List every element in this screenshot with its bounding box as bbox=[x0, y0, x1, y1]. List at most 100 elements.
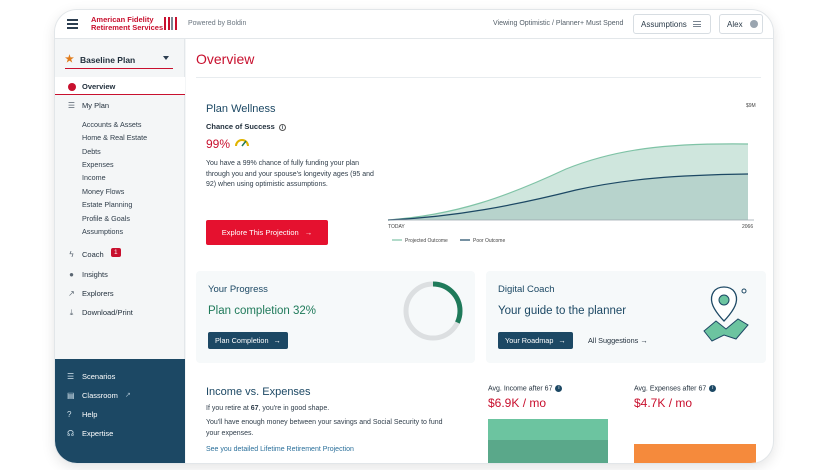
chance-label-text: Chance of Success bbox=[206, 122, 275, 131]
plan-wellness-heading: Plan Wellness bbox=[206, 103, 276, 115]
chart-icon: ↗ bbox=[68, 289, 75, 298]
layers-icon: ☰ bbox=[67, 372, 75, 381]
retire-text-pre: If you retire at bbox=[206, 405, 251, 412]
sidebar-subitem-estate[interactable]: Estate Planning bbox=[82, 200, 132, 209]
page-title: Overview bbox=[196, 51, 255, 67]
retire-age-text: If you retire at 67, you're in good shap… bbox=[206, 405, 329, 412]
sidebar-item-label: Overview bbox=[82, 82, 116, 91]
plan-selector[interactable]: ★ Baseline Plan bbox=[65, 51, 173, 69]
explore-button-label: Explore This Projection bbox=[221, 228, 299, 237]
suggestions-label: All Suggestions bbox=[588, 336, 639, 345]
info-icon[interactable]: i bbox=[278, 123, 286, 131]
lifetime-projection-link[interactable]: See you detailed Lifetime Retirement Pro… bbox=[206, 446, 354, 453]
legend-projected: Projected Outcome bbox=[405, 238, 448, 244]
sidebar-bottom-panel: ☰ Scenarios ▤ Classroom ↗ ? Help ☊ Exper… bbox=[55, 359, 185, 463]
sidebar: ★ Baseline Plan Overview ☰ My Plan Accou… bbox=[55, 39, 185, 463]
app-window: American Fidelity Retirement Services Po… bbox=[55, 10, 773, 463]
explore-projection-button[interactable]: Explore This Projection → bbox=[206, 220, 328, 245]
overview-icon bbox=[67, 82, 76, 91]
avatar-icon bbox=[749, 20, 758, 28]
projection-chart[interactable]: $9M TODAY 2066 Projected Outcome Poor Ou… bbox=[386, 97, 766, 247]
chance-value: 99% bbox=[206, 137, 231, 151]
arrow-right-icon: → bbox=[273, 336, 281, 345]
external-link-icon: ↗ bbox=[125, 392, 131, 399]
chance-of-success-label: Chance of Success i bbox=[206, 122, 286, 131]
lightbulb-icon: ● bbox=[69, 270, 74, 279]
income-bar-lower bbox=[488, 440, 608, 463]
star-icon: ★ bbox=[65, 54, 74, 65]
list-icon: ☰ bbox=[67, 101, 76, 110]
divider bbox=[196, 77, 761, 78]
chart-y-label: $9M bbox=[746, 103, 756, 109]
sidebar-subitem-home[interactable]: Home & Real Estate bbox=[82, 133, 147, 142]
avg-expenses-value: $4.7K / mo bbox=[634, 396, 693, 410]
expenses-bar bbox=[634, 444, 756, 463]
x-tick-end: 2066 bbox=[742, 224, 753, 230]
info-icon[interactable]: i bbox=[709, 385, 717, 392]
download-icon: ⤓ bbox=[69, 307, 74, 317]
plan-selector-label: Baseline Plan bbox=[79, 54, 136, 65]
sidebar-item-my-plan[interactable]: ☰ My Plan bbox=[55, 98, 185, 112]
bolt-icon: ϟ bbox=[69, 250, 74, 259]
avg-expenses-label-text: Avg. Expenses after 67 bbox=[634, 385, 707, 393]
sidebar-item-insights[interactable]: ● Insights bbox=[55, 269, 185, 281]
assumptions-label: Assumptions bbox=[641, 19, 687, 29]
progress-card: Your Progress Plan completion 32% Plan C… bbox=[196, 271, 475, 363]
brand-logo[interactable]: American Fidelity Retirement Services bbox=[91, 16, 163, 32]
sidebar-item-coach[interactable]: ϟ Coach 1 bbox=[55, 248, 185, 261]
user-menu-button[interactable]: Alex bbox=[719, 14, 763, 34]
avg-income-label: Avg. Income after 67 i bbox=[488, 385, 563, 393]
progress-heading: Your Progress bbox=[208, 284, 268, 295]
sidebar-item-label: Help bbox=[82, 410, 98, 419]
sidebar-item-label: Insights bbox=[82, 270, 108, 279]
sidebar-item-label: Coach bbox=[82, 250, 104, 259]
retire-age: 67 bbox=[250, 405, 259, 412]
coach-count-badge: 1 bbox=[111, 248, 121, 257]
plan-completion-label: Plan Completion bbox=[215, 336, 269, 345]
arrow-right-icon: → bbox=[640, 336, 648, 345]
info-icon[interactable]: i bbox=[555, 385, 563, 392]
sidebar-item-explorers[interactable]: ↗ Explorers bbox=[55, 288, 185, 300]
x-tick-start: TODAY bbox=[388, 224, 405, 230]
main-content: Overview Plan Wellness Chance of Success… bbox=[186, 39, 773, 463]
chance-description: You have a 99% chance of fully funding y… bbox=[206, 160, 374, 188]
digital-coach-card: Digital Coach Your guide to the planner … bbox=[486, 271, 766, 363]
income-expenses-heading: Income vs. Expenses bbox=[206, 386, 311, 398]
powered-by-text: Powered by Boldin bbox=[188, 20, 247, 27]
coach-tagline: Your guide to the planner bbox=[498, 305, 627, 317]
arrow-right-icon: → bbox=[304, 228, 313, 237]
plan-completion-button[interactable]: Plan Completion → bbox=[208, 332, 288, 349]
sidebar-subitem-money-flows[interactable]: Money Flows bbox=[82, 187, 124, 196]
sidebar-item-download[interactable]: ⤓ Download/Print bbox=[55, 307, 185, 319]
sidebar-subitem-debts[interactable]: Debts bbox=[82, 147, 101, 156]
avg-expenses-label: Avg. Expenses after 67 i bbox=[634, 385, 717, 393]
user-name: Alex bbox=[727, 19, 743, 29]
headset-icon: ☊ bbox=[67, 429, 75, 438]
roadmap-label: Your Roadmap bbox=[505, 336, 554, 345]
logo-bars-icon bbox=[164, 17, 177, 30]
plan-completion-text: Plan completion 32% bbox=[208, 305, 317, 317]
menu-icon[interactable] bbox=[67, 19, 78, 29]
retire-text-post: , you're in good shape. bbox=[258, 405, 330, 412]
chevron-down-icon bbox=[163, 56, 169, 60]
gauge-icon bbox=[235, 139, 249, 147]
all-suggestions-link[interactable]: All Suggestions → bbox=[588, 336, 648, 345]
sidebar-item-label: Classroom bbox=[82, 391, 118, 400]
roadmap-button[interactable]: Your Roadmap → bbox=[498, 332, 573, 349]
sidebar-item-label: Scenarios bbox=[82, 372, 116, 381]
assumptions-button[interactable]: Assumptions bbox=[633, 14, 711, 34]
sidebar-subitem-expenses[interactable]: Expenses bbox=[82, 160, 114, 169]
sidebar-subitem-accounts[interactable]: Accounts & Assets bbox=[82, 120, 142, 129]
income-description: You'll have enough money between your sa… bbox=[206, 419, 443, 437]
coach-heading: Digital Coach bbox=[498, 284, 555, 295]
help-icon: ? bbox=[67, 410, 72, 419]
arrow-right-icon: → bbox=[558, 336, 566, 345]
completion-ring bbox=[403, 281, 463, 341]
sidebar-item-overview[interactable]: Overview bbox=[55, 77, 185, 95]
avg-income-label-text: Avg. Income after 67 bbox=[488, 385, 553, 393]
sidebar-item-label: Expertise bbox=[82, 429, 114, 438]
sidebar-subitem-assumptions[interactable]: Assumptions bbox=[82, 227, 123, 236]
sidebar-subitem-income[interactable]: Income bbox=[82, 173, 106, 182]
sidebar-item-label: Download/Print bbox=[82, 308, 133, 317]
sidebar-subitem-profile[interactable]: Profile & Goals bbox=[82, 214, 130, 223]
